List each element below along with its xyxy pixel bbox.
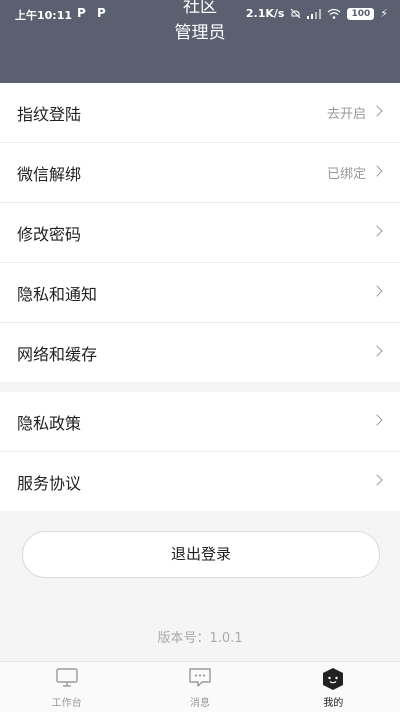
monitor-icon (55, 668, 78, 687)
nav-label: 工作台 (51, 698, 82, 709)
chevron-right-icon (371, 225, 383, 237)
settings-group-legal: 隐私政策 服务协议 (0, 392, 400, 511)
user-role: 管理员 (174, 23, 226, 43)
chevron-right-icon (371, 474, 383, 486)
setting-value: 去开启 (326, 107, 366, 122)
settings-group-account: 指纹登陆 去开启 微信解绑 已绑定 修改密码 隐私和通知 网络和缓存 (0, 83, 400, 382)
version-label: 版本号：1.0.1 (157, 631, 243, 646)
setting-value: 已绑定 (326, 167, 366, 182)
chevron-right-icon (371, 345, 383, 357)
bottom-nav: 工作台 消息 我的 (0, 661, 400, 712)
setting-privacy-policy[interactable]: 隐私政策 (0, 392, 400, 452)
user-name: 社区 (183, 0, 217, 17)
profile-header: 上午10:11 P P 2.1K/s 100 ⚡ 社区 管理员 (0, 0, 400, 83)
nav-label: 消息 (189, 698, 210, 709)
chevron-right-icon (371, 285, 383, 297)
nav-label: 我的 (323, 698, 344, 709)
message-icon (189, 668, 211, 687)
profile-icon (323, 668, 344, 690)
setting-label: 修改密码 (17, 224, 82, 244)
setting-label: 微信解绑 (17, 164, 82, 184)
nav-tab-workbench[interactable]: 工作台 (0, 662, 133, 712)
chevron-right-icon (371, 165, 383, 177)
setting-service-agreement[interactable]: 服务协议 (0, 452, 400, 511)
setting-label: 网络和缓存 (17, 344, 98, 364)
chevron-right-icon (371, 414, 383, 426)
chevron-right-icon (371, 105, 383, 117)
setting-label: 隐私政策 (17, 413, 82, 433)
setting-wechat-unbind[interactable]: 微信解绑 已绑定 (0, 143, 400, 203)
setting-network-cache[interactable]: 网络和缓存 (0, 323, 400, 382)
setting-change-password[interactable]: 修改密码 (0, 203, 400, 263)
setting-label: 隐私和通知 (17, 284, 98, 304)
nav-tab-messages[interactable]: 消息 (133, 662, 266, 712)
setting-label: 指纹登陆 (17, 104, 82, 124)
nav-tab-profile[interactable]: 我的 (267, 662, 400, 712)
setting-label: 服务协议 (17, 473, 82, 493)
setting-privacy-notifications[interactable]: 隐私和通知 (0, 263, 400, 323)
logout-button[interactable]: 退出登录 (22, 531, 380, 578)
setting-fingerprint-login[interactable]: 指纹登陆 去开启 (0, 83, 400, 143)
